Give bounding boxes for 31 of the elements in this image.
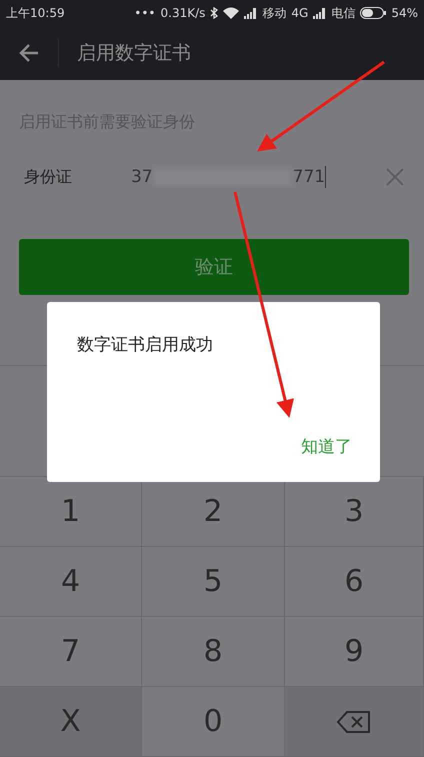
digit-key[interactable]: 9 xyxy=(285,617,424,687)
got-it-button[interactable]: 知道了 xyxy=(301,435,352,458)
network-speed: 0.31K/s xyxy=(160,6,206,20)
network-type: 4G xyxy=(291,6,308,20)
battery-icon xyxy=(360,7,386,19)
letter-key[interactable]: X xyxy=(0,687,142,757)
delete-key[interactable] xyxy=(285,687,424,757)
battery-percent: 54% xyxy=(391,6,418,20)
digit-key[interactable]: 7 xyxy=(0,617,142,687)
digit-key[interactable]: 8 xyxy=(142,617,285,687)
bluetooth-icon xyxy=(210,7,218,19)
dialog-message: 数字证书启用成功 xyxy=(76,334,214,356)
carrier-name: 移动 xyxy=(262,4,286,22)
id-number-field[interactable]: 37 771 xyxy=(131,166,385,188)
back-icon[interactable] xyxy=(18,42,40,64)
verify-button[interactable]: 验证 xyxy=(19,239,409,295)
backspace-icon xyxy=(337,710,371,734)
signal-icon xyxy=(244,8,258,18)
digit-key[interactable]: 0 xyxy=(142,687,285,757)
wifi-icon xyxy=(223,7,240,19)
digit-key[interactable]: 3 xyxy=(285,477,424,547)
field-label: 身份证 xyxy=(24,166,73,188)
digit-key[interactable]: 5 xyxy=(142,547,285,617)
clock: 上午10:59 xyxy=(6,4,65,22)
clear-icon[interactable] xyxy=(385,167,405,187)
digit-key[interactable]: 4 xyxy=(0,547,142,617)
carrier-name: 电信 xyxy=(331,4,356,22)
dots: ••• xyxy=(134,6,156,20)
digit-key[interactable]: 6 xyxy=(285,547,424,617)
signal-icon xyxy=(313,8,326,18)
page-title: 启用数字证书 xyxy=(77,41,191,66)
